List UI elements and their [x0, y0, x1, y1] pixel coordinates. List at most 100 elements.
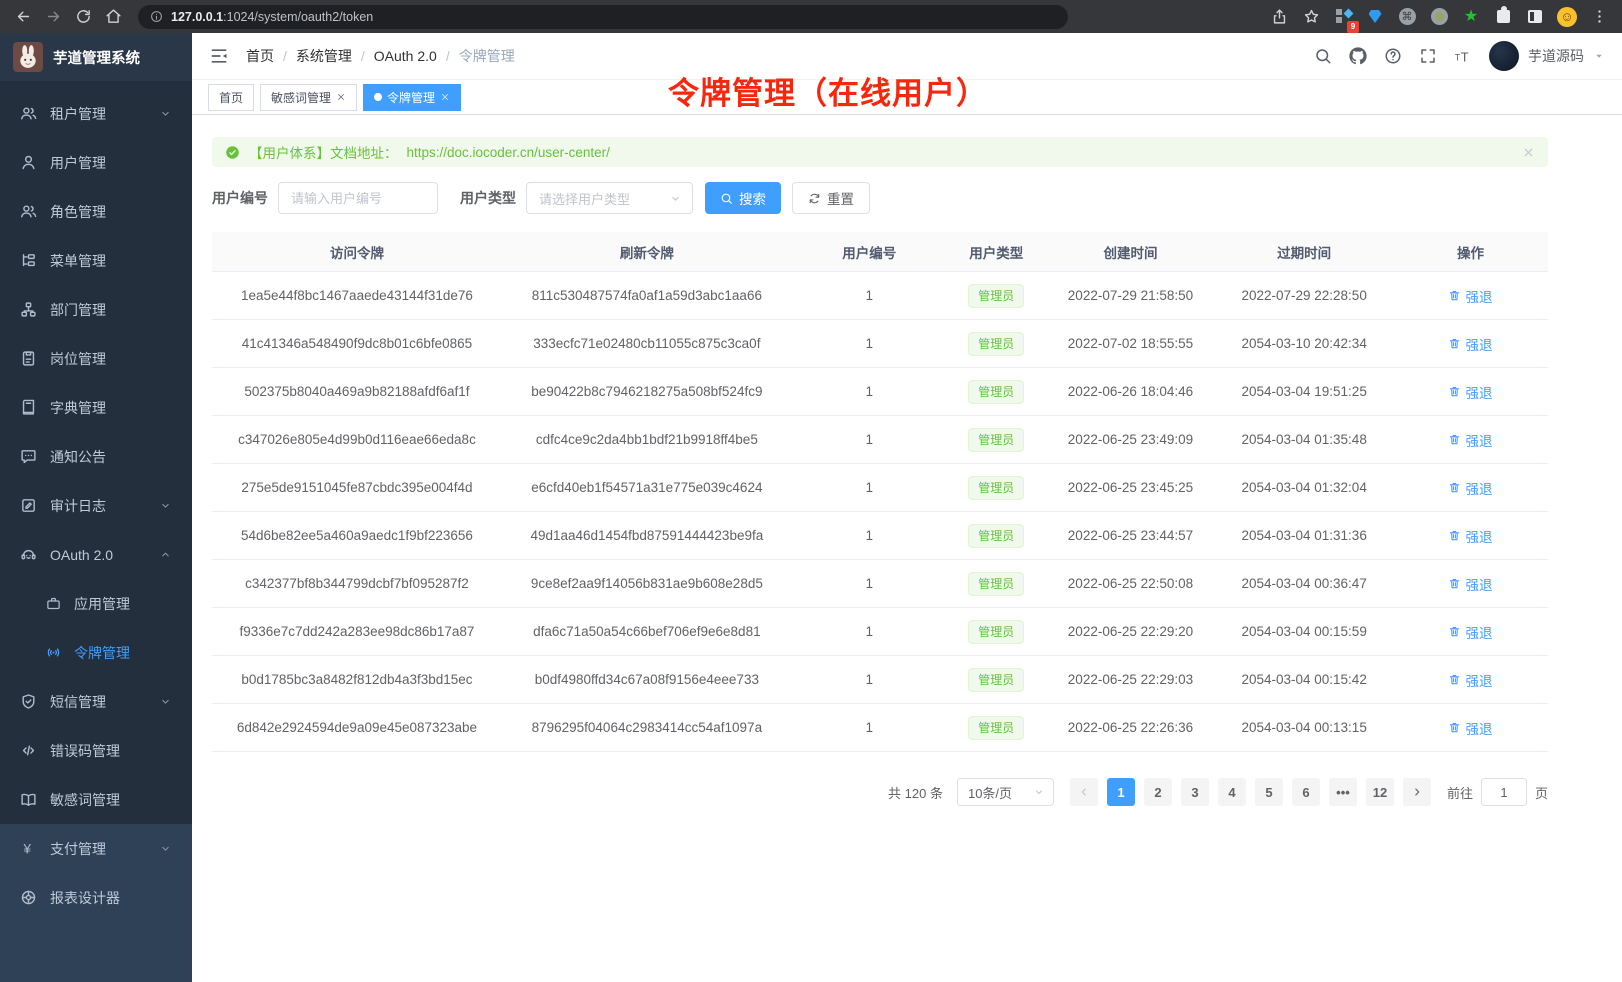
- sidebar-item-user[interactable]: 用户管理: [0, 138, 192, 187]
- create-time-cell: 2022-07-29 21:58:50: [1046, 288, 1216, 303]
- force-logout-link[interactable]: 强退: [1448, 334, 1492, 354]
- browser-back-button[interactable]: [8, 2, 38, 32]
- tab-token[interactable]: 令牌管理: [363, 84, 461, 111]
- share-button[interactable]: [1264, 2, 1294, 32]
- sidebar-item-menu[interactable]: 菜单管理: [0, 236, 192, 285]
- page-button[interactable]: 5: [1255, 778, 1283, 806]
- prev-page-button[interactable]: [1070, 778, 1098, 806]
- sidebar-item-label: 支付管理: [50, 839, 106, 859]
- user-id-input[interactable]: [278, 182, 438, 214]
- user-id-cell: 1: [792, 288, 947, 303]
- doc-link[interactable]: https://doc.iocoder.cn/user-center/: [407, 145, 610, 160]
- trash-icon: [1448, 625, 1461, 638]
- app-logo[interactable]: 芋道管理系统: [0, 33, 192, 81]
- close-tab-icon[interactable]: [336, 92, 346, 102]
- browser-forward-button[interactable]: [38, 2, 68, 32]
- tree-icon: [20, 252, 37, 269]
- user-type-label: 用户类型: [460, 188, 516, 208]
- tab-sensitive-word[interactable]: 敏感词管理: [260, 84, 357, 111]
- header-search-button[interactable]: [1314, 47, 1332, 65]
- browser-home-button[interactable]: [98, 2, 128, 32]
- sidebar-item-label: 报表设计器: [50, 888, 120, 908]
- page-button[interactable]: 4: [1218, 778, 1246, 806]
- sidebar-item-tenant[interactable]: 租户管理: [0, 89, 192, 138]
- user-type-cell: 管理员: [947, 524, 1046, 548]
- sidebar-item-sms[interactable]: 短信管理: [0, 677, 192, 726]
- fullscreen-button[interactable]: [1419, 47, 1437, 65]
- breadcrumb-item[interactable]: OAuth 2.0: [374, 48, 459, 64]
- sidebar-collapse-button[interactable]: [209, 46, 229, 66]
- github-button[interactable]: [1349, 47, 1367, 65]
- force-logout-link[interactable]: 强退: [1448, 622, 1492, 642]
- close-tab-icon[interactable]: [440, 92, 450, 102]
- sidebar-item-pay[interactable]: ¥ 支付管理: [0, 824, 192, 873]
- sidebar-item-oauth2-app[interactable]: 应用管理: [0, 579, 192, 628]
- extension-grid-button[interactable]: 9: [1328, 2, 1358, 32]
- user-type-badge: 管理员: [968, 668, 1024, 692]
- page-button[interactable]: 1: [1107, 778, 1135, 806]
- extension-reader-button[interactable]: [1520, 2, 1550, 32]
- browser-reload-button[interactable]: [68, 2, 98, 32]
- user-type-cell: 管理员: [947, 284, 1046, 308]
- user-menu[interactable]: 芋道源码: [1489, 41, 1605, 71]
- extension-record-button[interactable]: [1424, 2, 1454, 32]
- extension-star-button[interactable]: ★: [1456, 2, 1486, 32]
- user-type-select[interactable]: 请选择用户类型: [526, 182, 693, 214]
- sidebar-item-oauth2[interactable]: OAuth 2.0: [0, 530, 192, 579]
- reset-button[interactable]: 重置: [792, 182, 870, 214]
- trash-icon: [1448, 337, 1461, 350]
- next-page-button[interactable]: [1403, 778, 1431, 806]
- filter-toolbar: 用户编号 用户类型 请选择用户类型 搜索 重置: [212, 182, 1548, 214]
- address-bar[interactable]: 127.0.0.1:1024/system/oauth2/token: [138, 5, 1068, 29]
- sidebar-item-dict[interactable]: 字典管理: [0, 383, 192, 432]
- sidebar-item-notice[interactable]: 通知公告: [0, 432, 192, 481]
- page-button[interactable]: 3: [1181, 778, 1209, 806]
- browser-profile-button[interactable]: ☺: [1552, 2, 1582, 32]
- breadcrumb-item[interactable]: 首页: [246, 46, 296, 66]
- puzzle-extension-icon: [1497, 10, 1510, 23]
- briefcase-icon: [46, 596, 61, 611]
- bookmark-button[interactable]: [1296, 2, 1326, 32]
- force-logout-link[interactable]: 强退: [1448, 286, 1492, 306]
- font-size-button[interactable]: TT: [1454, 47, 1472, 65]
- page-ellipsis[interactable]: •••: [1329, 778, 1357, 806]
- user-id-cell: 1: [792, 624, 947, 639]
- breadcrumb-item[interactable]: 系统管理: [296, 46, 374, 66]
- extension-command-button[interactable]: ⌘: [1392, 2, 1422, 32]
- main-area: 首页系统管理OAuth 2.0令牌管理 TT 芋道源码 首页: [192, 33, 1622, 982]
- breadcrumb-item[interactable]: 令牌管理: [459, 46, 515, 66]
- sidebar-item-post[interactable]: 岗位管理: [0, 334, 192, 383]
- site-info-icon[interactable]: [150, 10, 163, 23]
- goto-page-input[interactable]: [1481, 778, 1527, 806]
- sidebar-item-role[interactable]: 角色管理: [0, 187, 192, 236]
- help-button[interactable]: [1384, 47, 1402, 65]
- sidebar-item-dept[interactable]: 部门管理: [0, 285, 192, 334]
- sidebar-item-audit-log[interactable]: 审计日志: [0, 481, 192, 530]
- alert-close-icon[interactable]: [1522, 146, 1535, 159]
- force-logout-link[interactable]: 强退: [1448, 382, 1492, 402]
- refresh-token-cell: 811c530487574fa0af1a59d3abc1aa66: [502, 288, 792, 303]
- page-size-select[interactable]: 10条/页: [957, 778, 1054, 806]
- sidebar-item-label: 审计日志: [50, 496, 106, 516]
- sidebar-item-error-code[interactable]: 错误码管理: [0, 726, 192, 775]
- user-type-badge: 管理员: [968, 380, 1024, 404]
- extension-gem-button[interactable]: [1360, 2, 1390, 32]
- chevron-down-icon: [669, 192, 682, 205]
- force-logout-link[interactable]: 强退: [1448, 526, 1492, 546]
- page-button[interactable]: 2: [1144, 778, 1172, 806]
- page-button[interactable]: 6: [1292, 778, 1320, 806]
- browser-menu-button[interactable]: [1584, 2, 1614, 32]
- access-token-cell: c347026e805e4d99b0d116eae66eda8c: [212, 432, 502, 447]
- force-logout-link[interactable]: 强退: [1448, 718, 1492, 738]
- force-logout-link[interactable]: 强退: [1448, 430, 1492, 450]
- sidebar-item-report-designer[interactable]: 报表设计器: [0, 873, 192, 922]
- tab-home[interactable]: 首页: [208, 84, 254, 111]
- extension-puzzle-button[interactable]: [1488, 2, 1518, 32]
- force-logout-link[interactable]: 强退: [1448, 670, 1492, 690]
- force-logout-link[interactable]: 强退: [1448, 574, 1492, 594]
- page-button[interactable]: 12: [1366, 778, 1394, 806]
- sidebar-item-oauth2-token[interactable]: 令牌管理: [0, 628, 192, 677]
- search-button[interactable]: 搜索: [705, 182, 781, 214]
- force-logout-link[interactable]: 强退: [1448, 478, 1492, 498]
- sidebar-item-sensitive-word[interactable]: 敏感词管理: [0, 775, 192, 824]
